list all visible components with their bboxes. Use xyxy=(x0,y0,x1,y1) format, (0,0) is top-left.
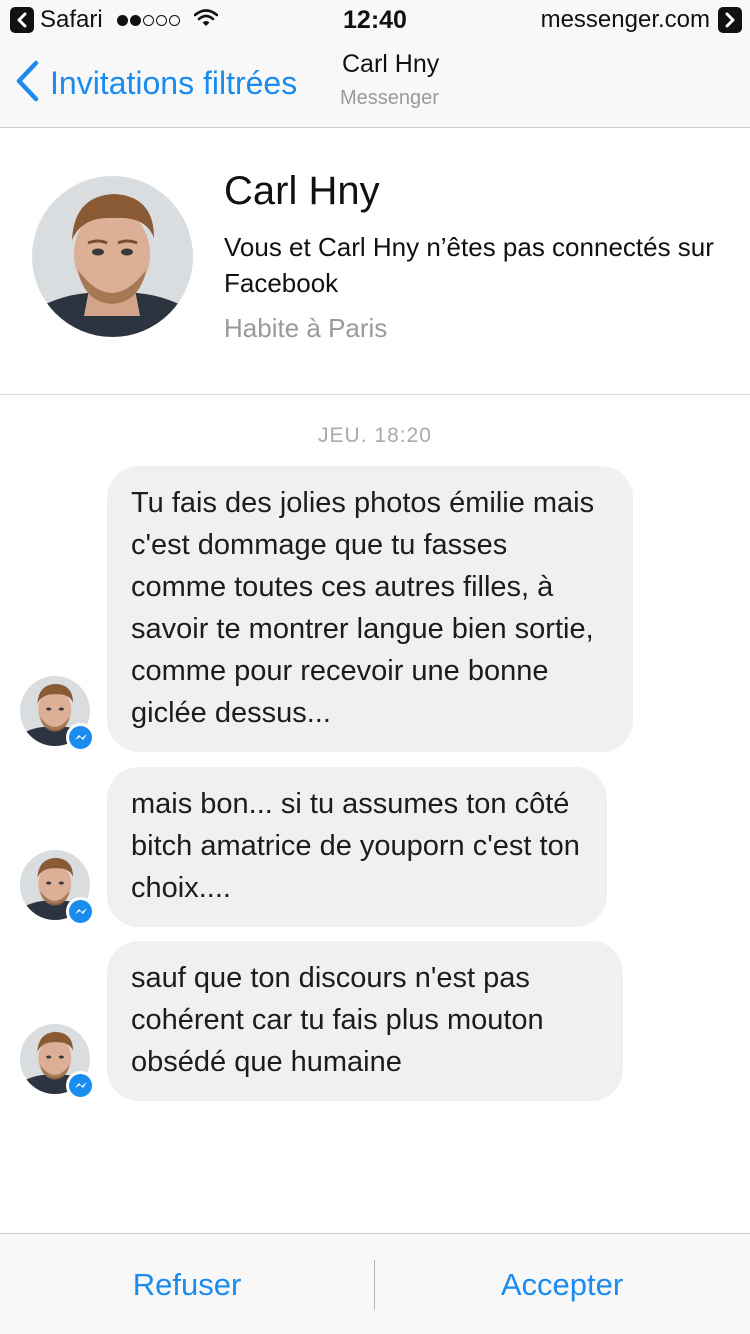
chevron-left-icon xyxy=(14,60,40,107)
nav-title: Carl Hny Messenger xyxy=(340,50,439,110)
decline-button[interactable]: Refuser xyxy=(0,1234,374,1334)
accept-button[interactable]: Accepter xyxy=(375,1234,749,1334)
forward-to-site-icon[interactable] xyxy=(718,7,742,33)
nav-title-name: Carl Hny xyxy=(342,50,440,78)
profile-name: Carl Hny xyxy=(224,169,380,213)
request-action-bar: Refuser Accepter xyxy=(0,1233,750,1334)
back-app-label[interactable]: Safari xyxy=(40,6,103,34)
back-button[interactable]: Invitations filtrées xyxy=(14,60,297,107)
message-bubble[interactable]: mais bon... si tu assumes ton côté bitch… xyxy=(107,767,607,927)
messenger-badge-icon xyxy=(66,723,95,752)
status-bar: Safari 12:40 messenger.com xyxy=(0,0,750,40)
navigation-bar: Invitations filtrées Carl Hny Messenger xyxy=(0,40,750,128)
wifi-icon xyxy=(193,6,219,34)
status-left: Safari xyxy=(10,6,219,34)
profile-header: Carl Hny Vous et Carl Hny n’êtes pas con… xyxy=(0,129,750,395)
back-button-label: Invitations filtrées xyxy=(50,65,298,101)
message-bubble[interactable]: sauf que ton discours n'est pas cohérent… xyxy=(107,941,623,1101)
profile-connection-note: Vous et Carl Hny n’êtes pas connectés su… xyxy=(224,232,714,298)
status-right: messenger.com xyxy=(541,6,742,34)
signal-strength-icon xyxy=(116,14,182,26)
nav-title-subtitle: Messenger xyxy=(340,87,439,109)
profile-avatar[interactable] xyxy=(32,176,193,337)
messenger-badge-icon xyxy=(66,897,95,926)
forward-domain-label[interactable]: messenger.com xyxy=(541,6,710,34)
message-bubble[interactable]: Tu fais des jolies photos émilie mais c'… xyxy=(107,466,633,752)
profile-location: Habite à Paris xyxy=(224,313,388,343)
messenger-badge-icon xyxy=(66,1071,95,1100)
back-to-app-icon[interactable] xyxy=(10,7,34,33)
message-timestamp: JEU. 18:20 xyxy=(318,424,432,447)
